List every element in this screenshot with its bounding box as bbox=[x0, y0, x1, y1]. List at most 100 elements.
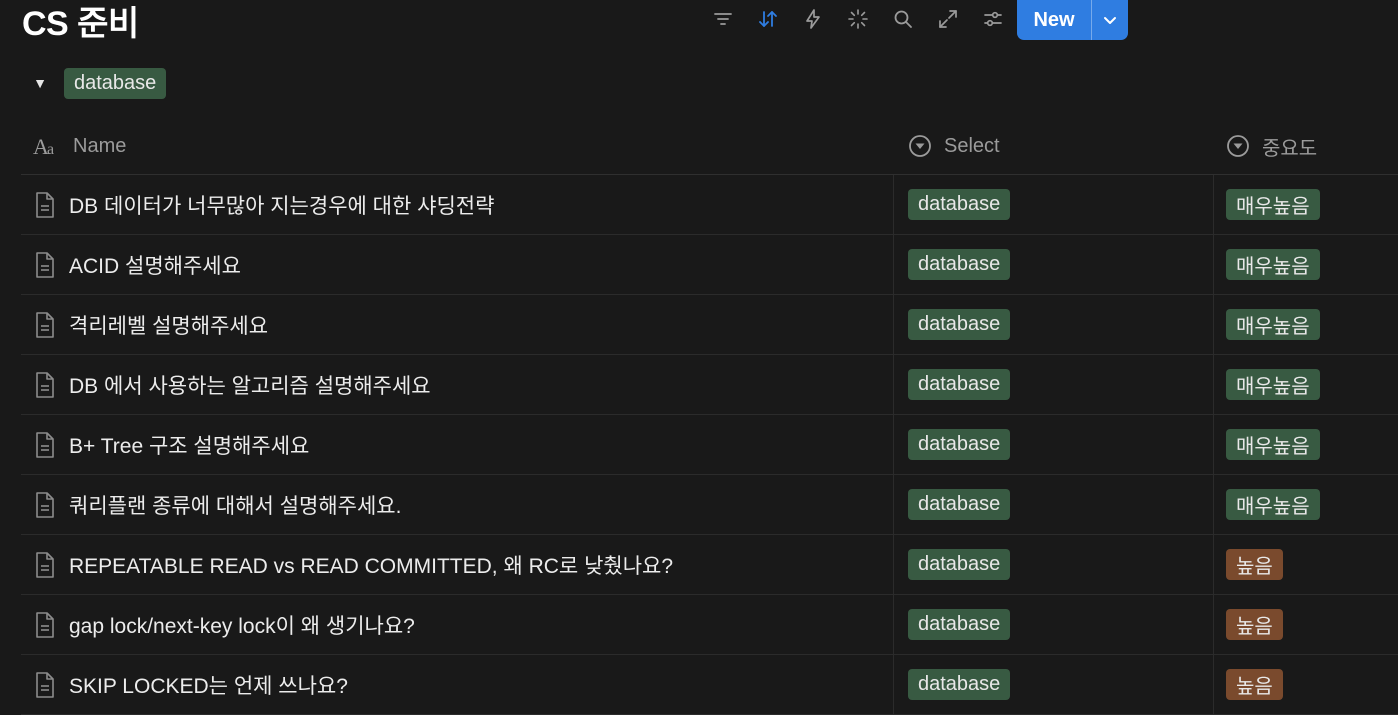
cell-importance[interactable]: 매우높음 bbox=[1214, 355, 1398, 414]
search-icon[interactable] bbox=[880, 0, 925, 38]
cell-importance[interactable]: 높음 bbox=[1214, 655, 1398, 714]
text-property-icon: A a bbox=[33, 135, 54, 157]
importance-tag: 매우높음 bbox=[1226, 489, 1320, 520]
row-title[interactable]: 쿼리플랜 종류에 대해서 설명해주세요. bbox=[69, 490, 401, 520]
importance-tag: 매우높음 bbox=[1226, 189, 1320, 220]
select-tag: database bbox=[908, 669, 1011, 700]
settings-icon[interactable] bbox=[970, 0, 1015, 38]
table-header: A a Name Select 중요도 bbox=[21, 118, 1398, 175]
select-tag: database bbox=[908, 489, 1011, 520]
column-header-name[interactable]: A a Name bbox=[21, 118, 894, 174]
collapse-toggle-icon[interactable]: ▼ bbox=[30, 73, 50, 93]
select-tag: database bbox=[908, 249, 1011, 280]
cell-importance[interactable]: 높음 bbox=[1214, 595, 1398, 654]
cell-importance[interactable]: 매우높음 bbox=[1214, 175, 1398, 234]
page-icon bbox=[36, 251, 54, 278]
group-header: ▼ database bbox=[30, 66, 167, 100]
select-tag: database bbox=[908, 609, 1011, 640]
select-tag: database bbox=[908, 549, 1011, 580]
row-title[interactable]: REPEATABLE READ vs READ COMMITTED, 왜 RC로… bbox=[69, 550, 673, 580]
sort-icon[interactable] bbox=[745, 0, 790, 38]
column-name-label: Name bbox=[73, 134, 127, 157]
cell-name[interactable]: gap lock/next-key lock이 왜 생기나요? bbox=[21, 595, 894, 654]
cell-importance[interactable]: 높음 bbox=[1214, 535, 1398, 594]
ai-icon[interactable] bbox=[835, 0, 880, 38]
cell-select[interactable]: database bbox=[894, 415, 1214, 474]
importance-tag: 매우높음 bbox=[1226, 249, 1320, 280]
svg-text:a: a bbox=[47, 141, 54, 157]
cell-name[interactable]: ACID 설명해주세요 bbox=[21, 235, 894, 294]
new-dropdown-button[interactable] bbox=[1091, 0, 1128, 40]
cell-importance[interactable]: 매우높음 bbox=[1214, 415, 1398, 474]
cell-name[interactable]: SKIP LOCKED는 언제 쓰나요? bbox=[21, 655, 894, 714]
page-icon bbox=[36, 431, 54, 458]
cell-select[interactable]: database bbox=[894, 595, 1214, 654]
cell-select[interactable]: database bbox=[894, 235, 1214, 294]
view-toolbar bbox=[700, 0, 1015, 38]
importance-tag: 높음 bbox=[1226, 609, 1283, 640]
row-title[interactable]: 격리레벨 설명해주세요 bbox=[69, 310, 268, 340]
select-property-icon bbox=[1227, 135, 1249, 157]
table-row[interactable]: 쿼리플랜 종류에 대해서 설명해주세요. database 매우높음 bbox=[21, 475, 1398, 535]
page-icon bbox=[36, 491, 54, 518]
cell-importance[interactable]: 매우높음 bbox=[1214, 235, 1398, 294]
table-body: DB 데이터가 너무많아 지는경우에 대한 샤딩전략 database 매우높음 AC… bbox=[21, 175, 1398, 715]
cell-select[interactable]: database bbox=[894, 175, 1214, 234]
cell-select[interactable]: database bbox=[894, 355, 1214, 414]
cell-name[interactable]: DB 데이터가 너무많아 지는경우에 대한 샤딩전략 bbox=[21, 175, 894, 234]
cell-select[interactable]: database bbox=[894, 295, 1214, 354]
row-title[interactable]: DB 에서 사용하는 알고리즘 설명해주세요 bbox=[69, 370, 431, 400]
cell-name[interactable]: DB 에서 사용하는 알고리즘 설명해주세요 bbox=[21, 355, 894, 414]
expand-icon[interactable] bbox=[925, 0, 970, 38]
select-property-icon bbox=[909, 135, 931, 157]
column-header-importance[interactable]: 중요도 bbox=[1214, 118, 1398, 174]
cell-select[interactable]: database bbox=[894, 655, 1214, 714]
cell-select[interactable]: database bbox=[894, 535, 1214, 594]
page-title: CS 준비 bbox=[22, 5, 139, 43]
cell-name[interactable]: 쿼리플랜 종류에 대해서 설명해주세요. bbox=[21, 475, 894, 534]
select-tag: database bbox=[908, 189, 1011, 220]
page-icon bbox=[36, 551, 54, 578]
cell-select[interactable]: database bbox=[894, 475, 1214, 534]
select-tag: database bbox=[908, 309, 1011, 340]
row-title[interactable]: gap lock/next-key lock이 왜 생기나요? bbox=[69, 610, 415, 640]
table-row[interactable]: gap lock/next-key lock이 왜 생기나요? database 높… bbox=[21, 595, 1398, 655]
chevron-down-icon bbox=[1104, 17, 1116, 24]
table-row[interactable]: REPEATABLE READ vs READ COMMITTED, 왜 RC로… bbox=[21, 535, 1398, 595]
importance-tag: 높음 bbox=[1226, 669, 1283, 700]
database-table: A a Name Select 중요도 DB 데이터가 너무많아 지는경우에 대… bbox=[21, 118, 1398, 715]
column-select-label: Select bbox=[944, 134, 1000, 157]
row-title[interactable]: ACID 설명해주세요 bbox=[69, 250, 241, 280]
row-title[interactable]: DB 데이터가 너무많아 지는경우에 대한 샤딩전략 bbox=[69, 190, 494, 220]
table-row[interactable]: ACID 설명해주세요 database 매우높음 bbox=[21, 235, 1398, 295]
page-icon bbox=[36, 311, 54, 338]
importance-tag: 매우높음 bbox=[1226, 369, 1320, 400]
select-tag: database bbox=[908, 369, 1011, 400]
group-label: database bbox=[64, 67, 167, 99]
cell-name[interactable]: B+ Tree 구조 설명해주세요 bbox=[21, 415, 894, 474]
table-row[interactable]: DB 데이터가 너무많아 지는경우에 대한 샤딩전략 database 매우높음 bbox=[21, 175, 1398, 235]
column-header-select[interactable]: Select bbox=[894, 118, 1214, 174]
automation-icon[interactable] bbox=[790, 0, 835, 38]
table-row[interactable]: 격리레벨 설명해주세요 database 매우높음 bbox=[21, 295, 1398, 355]
cell-name[interactable]: REPEATABLE READ vs READ COMMITTED, 왜 RC로… bbox=[21, 535, 894, 594]
importance-tag: 매우높음 bbox=[1226, 309, 1320, 340]
filter-icon[interactable] bbox=[700, 0, 745, 38]
cell-importance[interactable]: 매우높음 bbox=[1214, 295, 1398, 354]
new-button[interactable]: New bbox=[1017, 0, 1091, 40]
page-icon bbox=[36, 611, 54, 638]
row-title[interactable]: SKIP LOCKED는 언제 쓰나요? bbox=[69, 670, 348, 700]
table-row[interactable]: DB 에서 사용하는 알고리즘 설명해주세요 database 매우높음 bbox=[21, 355, 1398, 415]
page-icon bbox=[36, 371, 54, 398]
page-icon bbox=[36, 671, 54, 698]
table-row[interactable]: SKIP LOCKED는 언제 쓰나요? database 높음 bbox=[21, 655, 1398, 715]
importance-tag: 높음 bbox=[1226, 549, 1283, 580]
table-row[interactable]: B+ Tree 구조 설명해주세요 database 매우높음 bbox=[21, 415, 1398, 475]
new-button-group: New bbox=[1017, 0, 1128, 40]
importance-tag: 매우높음 bbox=[1226, 429, 1320, 460]
select-tag: database bbox=[908, 429, 1011, 460]
row-title[interactable]: B+ Tree 구조 설명해주세요 bbox=[69, 430, 309, 460]
cell-name[interactable]: 격리레벨 설명해주세요 bbox=[21, 295, 894, 354]
cell-importance[interactable]: 매우높음 bbox=[1214, 475, 1398, 534]
column-importance-label: 중요도 bbox=[1262, 137, 1318, 160]
